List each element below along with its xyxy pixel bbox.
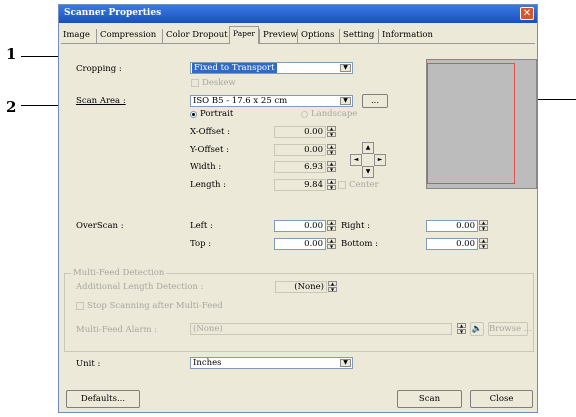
overscan-right-field[interactable]: 0.00 bbox=[426, 220, 478, 232]
close-window-button[interactable]: ✕ bbox=[520, 7, 534, 20]
unit-value: Inches bbox=[193, 358, 222, 368]
close-button[interactable]: Close bbox=[470, 390, 533, 408]
chevron-down-icon[interactable]: ▼ bbox=[340, 359, 351, 367]
callout-2: 2 bbox=[6, 98, 17, 116]
width-spinner[interactable]: ▲ ▼ bbox=[327, 161, 336, 173]
tab-preview[interactable]: Preview bbox=[259, 29, 298, 43]
overscan-top-field[interactable]: 0.00 bbox=[274, 238, 326, 250]
crop-frame bbox=[427, 63, 515, 184]
y-offset-field[interactable]: 0.00 bbox=[274, 144, 326, 156]
y-offset-spinner[interactable]: ▲ ▼ bbox=[327, 144, 336, 156]
center-checkbox bbox=[338, 181, 346, 189]
tab-image[interactable]: Image bbox=[63, 29, 90, 43]
scan-area-select[interactable]: ISO B5 - 17.6 x 25 cm ▼ bbox=[190, 95, 353, 107]
callout-1: 1 bbox=[6, 45, 17, 63]
x-offset-field[interactable]: 0.00 bbox=[274, 126, 326, 138]
scan-button[interactable]: Scan bbox=[397, 390, 462, 408]
y-offset-label: Y-Offset : bbox=[190, 145, 229, 155]
length-spinner[interactable]: ▲ ▼ bbox=[327, 179, 336, 191]
title-bar[interactable]: Scanner Properties ✕ bbox=[59, 5, 537, 23]
additional-length-spinner: ▲ ▼ bbox=[328, 281, 337, 293]
defaults-button[interactable]: Defaults... bbox=[66, 390, 140, 408]
multi-feed-group-title: Multi-Feed Detection bbox=[71, 268, 167, 278]
tab-paper[interactable]: Paper bbox=[229, 26, 260, 44]
multi-feed-alarm-spinner: ▲ ▼ bbox=[457, 323, 466, 335]
multi-feed-alarm-label: Multi-Feed Alarm : bbox=[76, 325, 158, 335]
tab-options[interactable]: Options bbox=[297, 29, 335, 43]
overscan-right-spinner[interactable]: ▲ ▼ bbox=[479, 220, 488, 232]
deskew-checkbox bbox=[191, 79, 199, 87]
overscan-left-label: Left : bbox=[190, 221, 213, 231]
scanner-properties-dialog: Scanner Properties ✕ Image Compression C… bbox=[58, 4, 538, 413]
landscape-label: Landscape bbox=[311, 109, 358, 119]
additional-length-field: (None) bbox=[275, 281, 327, 293]
length-label: Length : bbox=[190, 180, 227, 190]
scan-area-custom-button[interactable]: ... bbox=[362, 94, 388, 108]
length-field[interactable]: 9.84 bbox=[274, 179, 326, 191]
chevron-down-icon[interactable]: ▼ bbox=[340, 97, 351, 105]
move-right-button[interactable]: ► bbox=[374, 154, 386, 166]
portrait-label: Portrait bbox=[200, 109, 234, 119]
move-down-button[interactable]: ▼ bbox=[362, 166, 374, 178]
multi-feed-group: Multi-Feed Detection Additional Length D… bbox=[64, 268, 534, 352]
center-label: Center bbox=[349, 180, 379, 190]
portrait-radio[interactable] bbox=[190, 111, 197, 118]
stop-scanning-checkbox bbox=[76, 302, 84, 310]
overscan-label: OverScan : bbox=[76, 221, 124, 231]
move-left-button[interactable]: ◄ bbox=[350, 154, 362, 166]
overscan-bottom-spinner[interactable]: ▲ ▼ bbox=[479, 238, 488, 250]
overscan-left-field[interactable]: 0.00 bbox=[274, 220, 326, 232]
overscan-left-spinner[interactable]: ▲ ▼ bbox=[327, 220, 336, 232]
tab-divider bbox=[61, 43, 535, 44]
chevron-down-icon[interactable]: ▼ bbox=[340, 64, 351, 72]
window-title: Scanner Properties bbox=[64, 8, 162, 18]
browse-button: Browse ... bbox=[488, 322, 532, 336]
x-offset-label: X-Offset : bbox=[190, 127, 231, 137]
cropping-label: Cropping : bbox=[76, 64, 122, 74]
multi-feed-alarm-field: (None) bbox=[190, 323, 452, 335]
overscan-bottom-field[interactable]: 0.00 bbox=[426, 238, 478, 250]
unit-label: Unit : bbox=[76, 359, 101, 369]
x-offset-spinner[interactable]: ▲ ▼ bbox=[327, 126, 336, 138]
paper-preview bbox=[426, 59, 537, 189]
width-label: Width : bbox=[190, 162, 222, 172]
cropping-value: Fixed to Transport bbox=[192, 63, 277, 73]
landscape-radio bbox=[301, 111, 308, 118]
tab-compression[interactable]: Compression bbox=[96, 29, 156, 43]
width-field[interactable]: 6.93 bbox=[274, 161, 326, 173]
tab-color-dropout[interactable]: Color Dropout bbox=[162, 29, 228, 43]
overscan-top-label: Top : bbox=[190, 239, 212, 249]
stop-scanning-label: Stop Scanning after Multi-Feed bbox=[87, 301, 223, 311]
overscan-top-spinner[interactable]: ▲ ▼ bbox=[327, 238, 336, 250]
deskew-label: Deskew bbox=[202, 78, 236, 88]
cropping-select[interactable]: Fixed to Transport ▼ bbox=[190, 62, 353, 74]
overscan-right-label: Right : bbox=[341, 221, 371, 231]
tab-information[interactable]: Information bbox=[378, 29, 433, 43]
scan-area-value: ISO B5 - 17.6 x 25 cm bbox=[193, 96, 288, 106]
multi-feed-alarm-value: (None) bbox=[193, 324, 223, 334]
additional-length-label: Additional Length Detection : bbox=[76, 282, 204, 292]
unit-select[interactable]: Inches ▼ bbox=[190, 357, 353, 369]
scan-area-label: Scan Area : bbox=[76, 96, 126, 106]
speaker-icon: 🔈 bbox=[470, 322, 484, 336]
move-up-button[interactable]: ▲ bbox=[362, 142, 374, 154]
overscan-bottom-label: Bottom : bbox=[341, 239, 378, 249]
tab-setting[interactable]: Setting bbox=[339, 29, 374, 43]
